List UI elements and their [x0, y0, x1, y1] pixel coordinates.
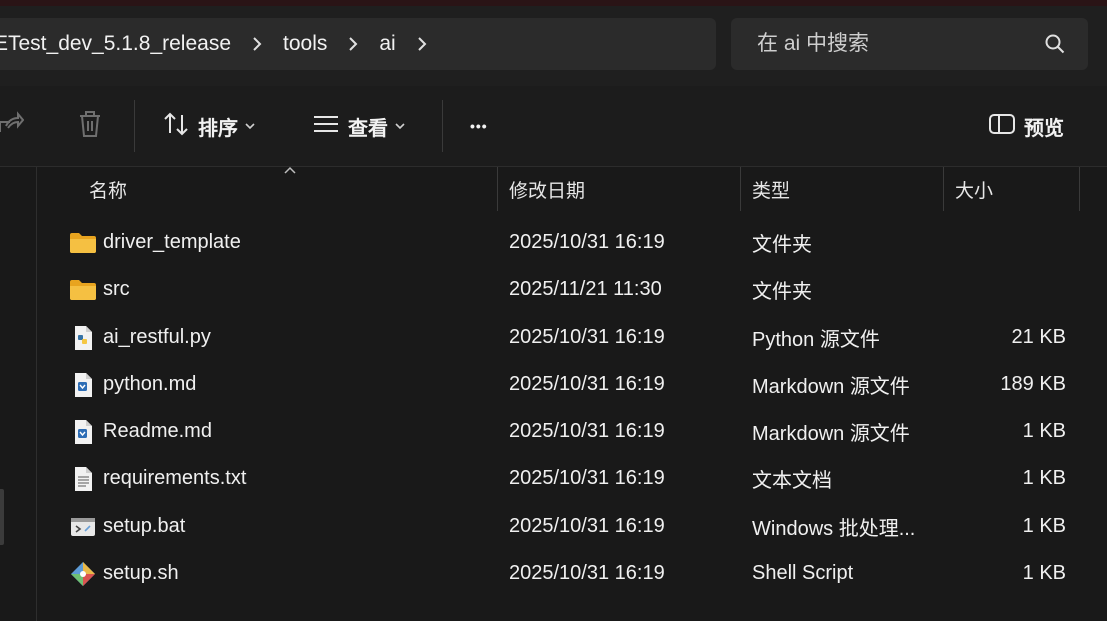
file-type: Python 源文件 — [752, 328, 880, 351]
more-options-button[interactable]: ••• — [470, 86, 488, 166]
file-row[interactable]: python.md 2025/10/31 16:19 Markdown 源文件 189… — [37, 361, 1107, 408]
sort-ascending-icon — [283, 162, 297, 180]
file-name: driver_template — [103, 231, 241, 253]
file-type: 文件夹 — [752, 234, 812, 256]
search-input[interactable] — [755, 31, 1044, 57]
sort-label: 排序 — [198, 117, 238, 140]
chevron-right-icon[interactable] — [410, 32, 434, 56]
chevron-right-icon[interactable] — [341, 32, 365, 56]
file-row[interactable]: setup.bat 2025/10/31 16:19 Windows 批处理... 1… — [37, 503, 1107, 550]
file-size: 1 KB — [1022, 467, 1066, 490]
preview-button[interactable]: 预览 — [988, 86, 1064, 166]
file-modified-date: 2025/11/21 11:30 — [509, 278, 662, 301]
python-file-icon — [69, 324, 97, 352]
file-type: Shell Script — [752, 562, 854, 585]
folder-icon — [69, 276, 97, 304]
file-row[interactable]: requirements.txt 2025/10/31 16:19 文本文档 1 KB — [37, 455, 1107, 502]
file-name: python.md — [103, 372, 197, 395]
shell-script-icon — [69, 560, 97, 588]
navigation-pane[interactable] — [0, 167, 37, 621]
file-list: driver_template 2025/10/31 16:19 文件夹 src 202… — [37, 219, 1107, 597]
search-icon[interactable] — [1044, 33, 1066, 55]
breadcrumb-etest[interactable]: ETest_dev_5.1.8_release — [0, 32, 241, 56]
column-header-size[interactable]: 大小 — [955, 167, 1075, 211]
toolbar-divider — [442, 100, 443, 152]
toolbar-divider — [134, 100, 135, 152]
file-modified-date: 2025/10/31 16:19 — [509, 325, 665, 348]
trash-icon — [76, 109, 104, 144]
column-header-type[interactable]: 类型 — [752, 167, 942, 211]
file-row[interactable]: src 2025/11/21 11:30 文件夹 — [37, 266, 1107, 313]
share-button[interactable] — [0, 86, 25, 166]
file-name: setup.bat — [103, 514, 186, 537]
file-size: 1 KB — [1022, 420, 1066, 443]
chevron-down-icon — [244, 122, 256, 130]
more-options-label: ••• — [470, 118, 488, 134]
column-divider[interactable] — [943, 167, 944, 211]
file-size: 21 KB — [1011, 325, 1066, 348]
file-row[interactable]: Readme.md 2025/10/31 16:19 Markdown 源文件 1 K… — [37, 408, 1107, 455]
file-type: Markdown 源文件 — [752, 375, 910, 398]
file-name: src — [103, 278, 130, 301]
column-header-modified[interactable]: 修改日期 — [509, 167, 739, 211]
file-name: requirements.txt — [103, 467, 247, 490]
file-modified-date: 2025/10/31 16:19 — [509, 231, 665, 253]
file-name: setup.sh — [103, 562, 179, 585]
file-size — [955, 219, 1066, 266]
sort-icon — [162, 111, 190, 142]
file-type: 文本文档 — [752, 470, 832, 493]
search-box — [731, 18, 1088, 70]
text-file-icon — [69, 465, 97, 493]
breadcrumb-ai[interactable]: ai — [369, 32, 405, 56]
file-name: Readme.md — [103, 420, 212, 443]
file-row[interactable]: setup.sh 2025/10/31 16:19 Shell Script 1 KB — [37, 550, 1107, 597]
markdown-file-icon — [69, 371, 97, 399]
address-bar[interactable]: ETest_dev_5.1.8_release tools ai — [0, 18, 716, 70]
file-modified-date: 2025/10/31 16:19 — [509, 562, 665, 585]
view-lines-icon — [312, 113, 340, 140]
file-size: 1 KB — [1022, 562, 1066, 585]
file-modified-date: 2025/10/31 16:19 — [509, 372, 665, 395]
chevron-down-icon — [394, 122, 406, 130]
chevron-right-icon[interactable] — [245, 32, 269, 56]
file-type: Windows 批处理... — [752, 517, 916, 540]
preview-label: 预览 — [1024, 117, 1064, 140]
command-toolbar: 排序 查看 ••• 预览 — [0, 86, 1107, 167]
file-explorer-window: ETest_dev_5.1.8_release tools ai 在 ai 中搜… — [0, 0, 1107, 621]
file-modified-date: 2025/10/31 16:19 — [509, 420, 665, 443]
navigation-pane-scroll-marker — [0, 489, 4, 545]
folder-icon — [69, 229, 97, 257]
column-divider[interactable] — [1079, 167, 1080, 211]
column-divider[interactable] — [497, 167, 498, 211]
file-row[interactable]: driver_template 2025/10/31 16:19 文件夹 — [37, 219, 1107, 266]
batch-file-icon — [69, 513, 97, 541]
file-modified-date: 2025/10/31 16:19 — [509, 514, 665, 537]
preview-pane-icon — [988, 113, 1016, 140]
column-headers: 名称 修改日期 类型 大小 — [37, 167, 1107, 211]
address-row: ETest_dev_5.1.8_release tools ai — [0, 6, 1107, 86]
file-modified-date: 2025/10/31 16:19 — [509, 467, 665, 490]
view-button[interactable]: 查看 — [312, 86, 406, 166]
file-size: 1 KB — [1022, 514, 1066, 537]
file-row[interactable]: ai_restful.py 2025/10/31 16:19 Python 源文件 2… — [37, 314, 1107, 361]
file-size: 189 KB — [1000, 372, 1066, 395]
column-divider[interactable] — [740, 167, 741, 211]
sort-button[interactable]: 排序 — [162, 86, 256, 166]
file-type: 文件夹 — [752, 281, 812, 304]
view-label: 查看 — [348, 117, 388, 140]
delete-button[interactable] — [76, 86, 104, 166]
breadcrumb-tools[interactable]: tools — [273, 32, 337, 56]
markdown-file-icon — [69, 418, 97, 446]
share-icon — [0, 110, 25, 143]
file-name: ai_restful.py — [103, 325, 211, 348]
file-size — [955, 266, 1066, 313]
file-type: Markdown 源文件 — [752, 423, 910, 446]
